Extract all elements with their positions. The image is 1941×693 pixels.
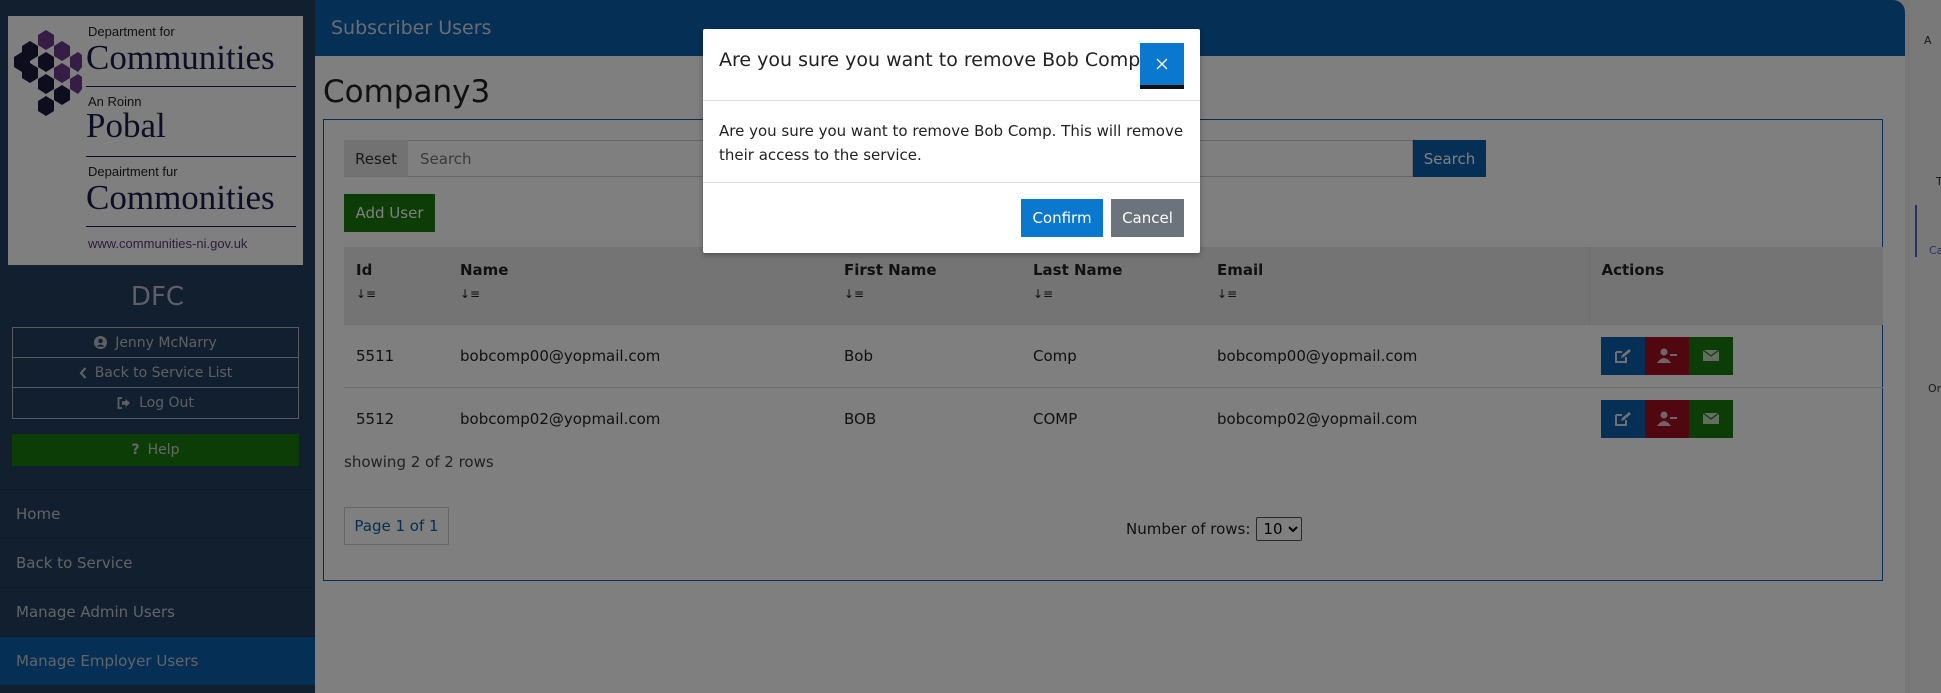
- modal-footer: Confirm Cancel: [703, 183, 1200, 253]
- modal-header: Are you sure you want to remove Bob Comp: [703, 29, 1200, 101]
- cancel-button[interactable]: Cancel: [1111, 199, 1184, 237]
- confirm-button[interactable]: Confirm: [1021, 199, 1103, 237]
- close-icon: [1156, 58, 1168, 70]
- modal-body: Are you sure you want to remove Bob Comp…: [703, 101, 1200, 183]
- confirm-remove-dialog: Are you sure you want to remove Bob Comp…: [703, 29, 1200, 253]
- modal-close-button[interactable]: [1140, 43, 1184, 89]
- modal-title: Are you sure you want to remove Bob Comp: [719, 49, 1141, 71]
